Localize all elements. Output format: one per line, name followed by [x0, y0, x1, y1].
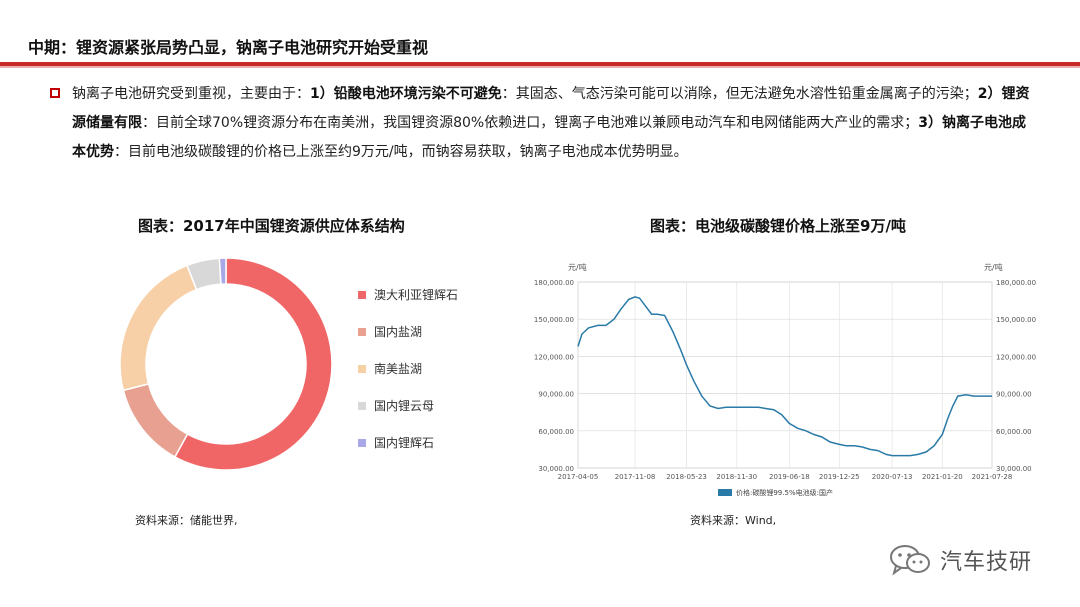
left-chart-source: 资料来源：储能世界,: [135, 514, 238, 527]
legend-item: 国内盐湖: [358, 323, 422, 340]
legend-item: 国内锂云母: [358, 397, 434, 414]
y-tick-label-right: 90,000.00: [996, 391, 1032, 399]
legend-swatch: [358, 401, 366, 410]
y-tick-label-right: 30,000.00: [996, 465, 1032, 473]
x-tick-label: 2018-11-30: [716, 473, 757, 481]
x-tick-label: 2020-07-13: [872, 473, 913, 481]
x-tick-label: 2017-11-08: [615, 473, 656, 481]
line-chart-title: 图表：电池级碳酸锂价格上涨至9万/吨: [650, 217, 906, 235]
legend-label: 南美盐湖: [374, 362, 423, 376]
donut-chart-title: 图表：2017年中国锂资源供应体系结构: [138, 217, 405, 235]
y-tick-label-right: 60,000.00: [996, 428, 1032, 436]
y-tick-label-left: 60,000.00: [538, 428, 574, 436]
price-series-line: [577, 296, 992, 457]
x-tick-label: 2019-12-25: [819, 473, 860, 481]
y-unit-right: 元/吨: [984, 262, 1003, 272]
y-tick-label-right: 150,000.00: [996, 316, 1036, 324]
x-tick-label: 2017-04-05: [558, 473, 599, 481]
legend-item: 国内锂辉石: [358, 434, 434, 451]
page-title: 中期：锂资源紧张局势凸显，钠离子电池研究开始受重视: [28, 38, 429, 57]
x-tick-label: 2019-06-18: [769, 473, 810, 481]
x-tick-label: 2018-05-23: [666, 473, 707, 481]
x-tick-label: 2021-01-20: [922, 473, 963, 481]
legend-swatch: [358, 327, 366, 336]
para-text-2: ：其固态、气态污染可能可以消除，但无法避免水溶性铅重金属离子的污染；: [501, 86, 978, 102]
legend-swatch: [358, 290, 366, 299]
legend-label: 澳大利亚锂辉石: [374, 288, 459, 302]
para-text-4: ：目前电池级碳酸锂的价格已上涨至约9万元/吨，而钠容易获取，钠离子电池成本优势明…: [114, 144, 688, 160]
line-legend-swatch: [718, 489, 732, 496]
para-text-3: ：目前全球70%锂资源分布在南美洲，我国锂资源80%依赖进口，锂离子电池难以兼顾…: [142, 115, 919, 131]
bullet-square-icon: [50, 88, 60, 98]
title-underline-shadow: [0, 66, 1080, 68]
line-legend-label: 价格:碳酸锂99.5%电池级:国产: [736, 488, 833, 497]
legend-swatch: [358, 438, 366, 447]
legend-item: 澳大利亚锂辉石: [358, 286, 458, 303]
y-tick-label-right: 120,000.00: [996, 353, 1036, 361]
legend-label: 国内锂云母: [374, 399, 435, 413]
legend-item: 南美盐湖: [358, 360, 422, 377]
legend-swatch: [358, 364, 366, 373]
y-tick-label-left: 90,000.00: [538, 391, 574, 399]
wechat-icon: [890, 545, 930, 576]
y-tick-label-left: 150,000.00: [534, 316, 574, 324]
para-text-1: 钠离子电池研究受到重视，主要由于：: [72, 86, 310, 102]
legend-label: 国内盐湖: [374, 325, 423, 339]
y-tick-label-left: 30,000.00: [538, 465, 574, 473]
para-bold-1: 1）铅酸电池环境污染不可避免: [310, 86, 502, 102]
y-tick-label-left: 180,000.00: [534, 279, 574, 287]
watermark-logo: 汽车技研: [888, 543, 1032, 577]
donut-slice: [122, 382, 189, 458]
donut-chart: [119, 257, 333, 471]
y-tick-label-right: 180,000.00: [996, 279, 1036, 287]
line-chart: 元/吨 元/吨 30,000.00 30,000.00 60,000.00 60,00…: [534, 262, 1036, 497]
donut-slice: [218, 257, 227, 285]
intro-paragraph: 钠离子电池研究受到重视，主要由于：1）铅酸电池环境污染不可避免：其固态、气态污染…: [72, 80, 1032, 167]
y-tick-label-left: 120,000.00: [534, 353, 574, 361]
legend-label: 国内锂辉石: [374, 436, 435, 450]
watermark-text: 汽车技研: [940, 550, 1033, 575]
donut-slice: [119, 264, 198, 392]
right-chart-source: 资料来源：Wind,: [690, 514, 777, 527]
x-tick-label: 2021-07-28: [972, 473, 1013, 481]
y-unit-left: 元/吨: [568, 262, 587, 272]
donut-slice: [173, 257, 333, 471]
